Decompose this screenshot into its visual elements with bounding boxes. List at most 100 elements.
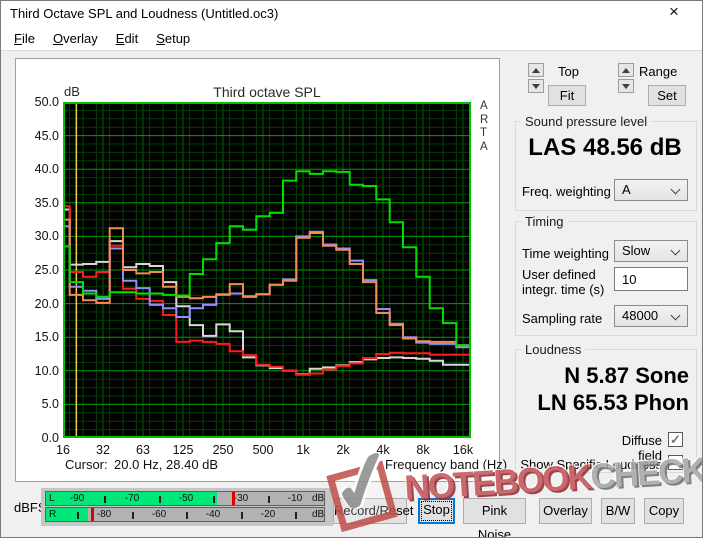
time-weighting-value: Slow [622,243,650,258]
show-specific-loudness-label: Show Specific Loudness [514,457,662,472]
arta-letter: T [480,127,487,139]
menu-item-setup[interactable]: Setup [147,28,199,49]
integr-time-label-line2: integr. time (s) [522,282,604,297]
timing-group-title: Timing [521,214,568,229]
meter-row-l: L-90-70-50-30-10dB [45,491,325,506]
x-tick-label: 16 [46,443,80,457]
menu-bar: FileOverlayEditSetup [1,27,702,51]
freq-weighting-select[interactable]: A [614,179,688,201]
loudness-n-value: N 5.87 Sone [521,363,689,389]
down-arrow-icon [622,84,630,89]
chevron-down-icon [671,246,681,256]
x-tick-label: 63 [126,443,160,457]
meter-scale-number: -90 [65,493,89,504]
meter-scale-tick [159,496,161,503]
meter-scale-number: -60 [147,509,171,520]
y-tick-label: 5.0 [23,397,59,411]
freq-weighting-label: Freq. weighting [522,184,611,199]
y-tick-label: 50.0 [23,95,59,109]
y-tick-label: 10.0 [23,364,59,378]
x-tick-label: 8k [406,443,440,457]
diffuse-field-checkbox[interactable]: ✓ [668,432,683,447]
top-spin-down-button[interactable] [528,79,544,93]
chevron-down-icon [671,311,681,321]
chart-title: Third octave SPL [63,84,471,100]
x-tick-label: 500 [246,443,280,457]
x-tick-label: 250 [206,443,240,457]
meter-scale-tick [132,512,134,519]
menu-item-overlay[interactable]: Overlay [44,28,107,49]
loudness-ln-value: LN 65.53 Phon [521,390,689,416]
time-weighting-label: Time weighting [522,246,609,261]
loudness-group-title: Loudness [521,342,585,357]
pink-noise-button[interactable]: Pink Noise [463,498,526,524]
title-bar: Third Octave SPL and Loudness (Untitled.… [1,1,702,27]
set-button[interactable]: Set [648,85,686,106]
stop-button[interactable]: Stop [418,498,455,524]
arta-letter: A [480,141,488,153]
record-reset-button[interactable]: Record/Reset [333,498,407,524]
meter-scale-number: -10 [283,493,307,504]
meter-scale-number: -40 [201,509,225,520]
spl-value: LAS 48.56 dB [519,134,691,162]
up-arrow-icon [622,68,630,73]
show-specific-loudness-checkbox[interactable] [668,455,683,470]
integr-time-input[interactable]: 10 [614,267,688,291]
integr-time-label-line1: User defined [522,267,596,282]
range-label: Range [639,64,677,79]
freq-weighting-value: A [622,182,631,197]
cursor-readout-value: 20.0 Hz, 28.40 dB [114,457,218,472]
meter-scale-tick [241,512,243,519]
meter-scale-tick [268,496,270,503]
close-icon[interactable]: × [660,2,688,26]
x-tick-label: 1k [286,443,320,457]
meter-channel-label: R [49,509,56,520]
top-label: Top [558,64,579,79]
time-weighting-select[interactable]: Slow [614,240,688,262]
x-tick-label: 125 [166,443,200,457]
menu-item-file[interactable]: File [5,28,44,49]
meter-unit-label: dB [312,493,324,504]
y-tick-label: 30.0 [23,229,59,243]
sampling-rate-select[interactable]: 48000 [614,305,688,327]
fit-button[interactable]: Fit [548,85,586,106]
arta-letter: A [480,100,488,112]
check-icon: ✓ [670,432,681,447]
sampling-rate-value: 48000 [622,308,658,323]
meter-scale-tick [104,496,106,503]
meter-scale-tick [213,496,215,503]
meter-scale-tick [77,512,79,519]
meter-scale-number: -20 [256,509,280,520]
b-w-button[interactable]: B/W [601,498,635,524]
meter-scale-tick [186,512,188,519]
up-arrow-icon [532,68,540,73]
y-tick-label: 20.0 [23,297,59,311]
window-title: Third Octave SPL and Loudness (Untitled.… [10,6,278,21]
spl-plot[interactable] [63,102,471,438]
meter-channel-label: L [49,493,55,504]
x-tick-label: 32 [86,443,120,457]
x-tick-label: 16k [446,443,480,457]
menu-item-edit[interactable]: Edit [107,28,147,49]
range-spin-down-button[interactable] [618,79,634,93]
x-tick-label: 2k [326,443,360,457]
spl-group-title: Sound pressure level [521,114,651,129]
top-spin-up-button[interactable] [528,63,544,77]
meter-row-r: R -80 -60 -40 -20 dB [45,507,325,522]
x-tick-label: 4k [366,443,400,457]
meter-scale-number: -80 [92,509,116,520]
meter-peak-marker [232,492,235,505]
y-tick-label: 40.0 [23,162,59,176]
y-axis-unit-label: dB [64,84,80,99]
down-arrow-icon [532,84,540,89]
meter-peak-marker [91,508,94,521]
copy-button[interactable]: Copy [644,498,684,524]
meter-scale-number: -50 [174,493,198,504]
chevron-down-icon [671,185,681,195]
range-spin-up-button[interactable] [618,63,634,77]
y-tick-label: 15.0 [23,330,59,344]
overlay-button[interactable]: Overlay [539,498,592,524]
meter-scale-number: -70 [120,493,144,504]
meter-unit-label: dB [312,509,324,520]
app-window: Third Octave SPL and Loudness (Untitled.… [0,0,703,538]
